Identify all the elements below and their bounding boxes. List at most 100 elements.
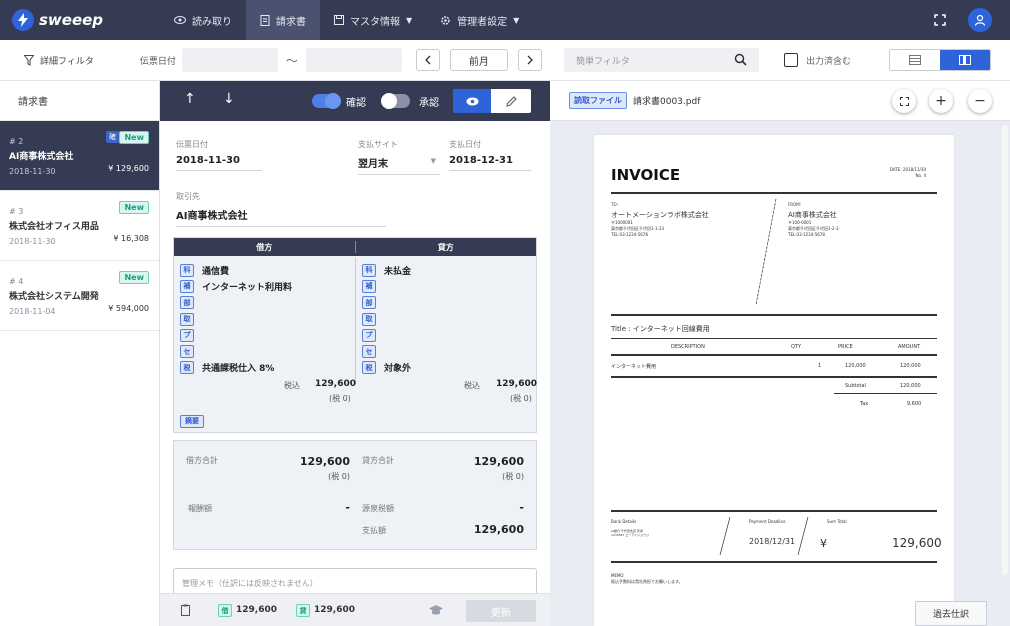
chevron-left-icon <box>424 55 431 65</box>
list-item-amount: ¥ 129,600 <box>108 164 149 173</box>
nav-item-invoice[interactable]: 請求書 <box>246 0 320 40</box>
credit-row[interactable]: 科未払金 <box>362 262 411 278</box>
graduation-cap-icon[interactable] <box>428 604 444 616</box>
col-amount: AMOUNT <box>898 344 921 350</box>
chevron-right-icon <box>527 55 533 65</box>
to-tel: TEL:03-1234-5678 <box>611 232 648 237</box>
credit-header: 貸方 <box>437 242 454 252</box>
nav-item-master[interactable]: マスタ情報 ▼ <box>320 0 426 40</box>
lightning-icon <box>12 9 34 31</box>
confirm-toggle[interactable] <box>312 93 341 109</box>
credit-row[interactable]: セ <box>362 343 411 359</box>
credit-row[interactable]: 税対象外 <box>362 360 411 376</box>
avatar[interactable] <box>968 8 992 32</box>
from-name: AI商事株式会社 <box>788 211 837 219</box>
arrow-down-icon[interactable]: ↓ <box>223 91 235 107</box>
zoom-in-button[interactable]: + <box>929 89 953 113</box>
file-name: 請求書0003.pdf <box>633 97 701 107</box>
list-view-button[interactable] <box>890 50 940 70</box>
debit-row[interactable]: 取 <box>180 311 292 327</box>
fit-screen-button[interactable] <box>892 89 916 113</box>
payment-site-select[interactable]: 翌月末 ▼ <box>358 155 440 175</box>
sum-total-label: Sum Total <box>827 519 847 524</box>
rule <box>611 354 937 356</box>
credit-row[interactable]: プ <box>362 327 411 343</box>
plus-icon: + <box>935 93 947 109</box>
search-icon[interactable] <box>734 53 747 66</box>
confirm-label: 確認 <box>346 98 366 109</box>
debit-row[interactable]: 補インターネット利用料 <box>180 278 292 294</box>
document-preview: 読取ファイル 請求書0003.pdf + − INVOICE DATE: 201… <box>550 81 1010 626</box>
summary-field[interactable]: 摘要 <box>180 413 212 428</box>
debit-column: 科通信費 補インターネット利用料 部 取 プ セ 税共通課税仕入 8% <box>180 262 292 376</box>
debit-row[interactable]: プ <box>180 327 292 343</box>
credit-tax-in-label: 税込 <box>464 381 480 390</box>
debit-row[interactable]: 科通信費 <box>180 262 292 278</box>
denpyo-date-field[interactable]: 2018-11-30 <box>176 155 262 171</box>
memo-text: 振込手数料は貴社負担でお願いします。 <box>611 579 683 584</box>
output-done-checkbox[interactable]: 出力済含む <box>784 53 851 67</box>
account-tag: 科 <box>180 263 194 277</box>
row-description: インターネット費用 <box>611 364 657 370</box>
subtotal-value: 120,000 <box>900 383 921 389</box>
output-done-label: 出力済含む <box>806 56 852 67</box>
totals-panel: 借方合計 129,600 (税 0) 貸方合計 129,600 (税 0) 報酬… <box>173 440 537 550</box>
row-qty: 1 <box>818 363 822 369</box>
credit-amount: 129,600 <box>496 379 537 389</box>
prev-month-button[interactable]: 前月 <box>449 49 508 71</box>
toggle-knob <box>325 93 341 109</box>
document-icon <box>260 14 270 26</box>
list-item[interactable]: New # 3 株式会社オフィス用品 2018-11-30 ¥ 16,308 <box>0 191 159 261</box>
new-badge: New <box>119 271 149 284</box>
detail-filter-button[interactable]: 詳細フィルタ <box>24 54 94 67</box>
debit-footer-tag: 借 <box>218 604 232 617</box>
preview-scrollbar[interactable] <box>1002 125 1008 575</box>
clipboard-icon[interactable] <box>181 604 190 616</box>
list-item[interactable]: 確 New # 2 AI商事株式会社 2018-11-30 ¥ 129,600 <box>0 121 159 191</box>
rule <box>611 510 937 512</box>
tax-tag: 税 <box>180 361 194 375</box>
credit-row[interactable]: 取 <box>362 311 411 327</box>
filter-icon <box>24 54 34 66</box>
payment-site-value: 翌月末 <box>358 159 388 170</box>
tax-label: Tax <box>860 401 869 407</box>
credit-row[interactable]: 補 <box>362 278 411 294</box>
edit-mode-button[interactable] <box>491 89 531 113</box>
view-mode-button[interactable] <box>453 89 491 113</box>
past-journal-button[interactable]: 過去仕訳 <box>915 601 987 626</box>
invoice-title: INVOICE <box>611 166 681 184</box>
slash-divider <box>797 516 809 556</box>
next-button[interactable] <box>517 49 542 71</box>
partner-field[interactable]: AI商事株式会社 <box>176 207 386 227</box>
fullscreen-icon[interactable] <box>934 14 946 26</box>
zoom-out-button[interactable]: − <box>968 89 992 113</box>
debit-row[interactable]: 税共通課税仕入 8% <box>180 360 292 376</box>
checkbox[interactable] <box>784 53 798 67</box>
arrow-up-icon[interactable]: ↑ <box>184 91 196 107</box>
logo[interactable]: sweeep <box>0 0 160 40</box>
credit-row[interactable]: 部 <box>362 295 411 311</box>
nav-item-admin[interactable]: 管理者設定 ▼ <box>426 0 533 40</box>
nav-item-read[interactable]: 読み取り <box>160 0 246 40</box>
list-item[interactable]: New # 4 株式会社システム開発 2018-11-04 ¥ 594,000 <box>0 261 159 331</box>
debit-header: 借方 <box>256 242 273 252</box>
denpyo-date-label: 伝票日付 <box>176 140 208 149</box>
payment-date-field[interactable]: 2018-12-31 <box>449 155 531 171</box>
quick-filter-input[interactable]: 簡単フィルタ <box>564 48 759 72</box>
date-from-input[interactable] <box>181 48 278 72</box>
partner-label: 取引先 <box>176 192 200 201</box>
prev-button[interactable] <box>415 49 440 71</box>
split-view-button[interactable] <box>940 50 990 70</box>
debit-row[interactable]: 部 <box>180 295 292 311</box>
update-button[interactable]: 更新 <box>466 600 536 622</box>
invoice-list: 請求書 確 New # 2 AI商事株式会社 2018-11-30 ¥ 129,… <box>0 81 160 626</box>
gear-icon <box>441 15 450 25</box>
debit-row[interactable]: セ <box>180 343 292 359</box>
debit-total-tax: (税 0) <box>328 472 350 481</box>
approve-toggle[interactable] <box>381 93 410 109</box>
remuneration-value: - <box>345 501 350 514</box>
to-name: オートメーションラボ株式会社 <box>611 211 709 219</box>
date-to-input[interactable] <box>305 48 402 72</box>
rule <box>834 393 937 394</box>
detail-footer: 借 129,600 貸 129,600 更新 <box>160 593 550 626</box>
